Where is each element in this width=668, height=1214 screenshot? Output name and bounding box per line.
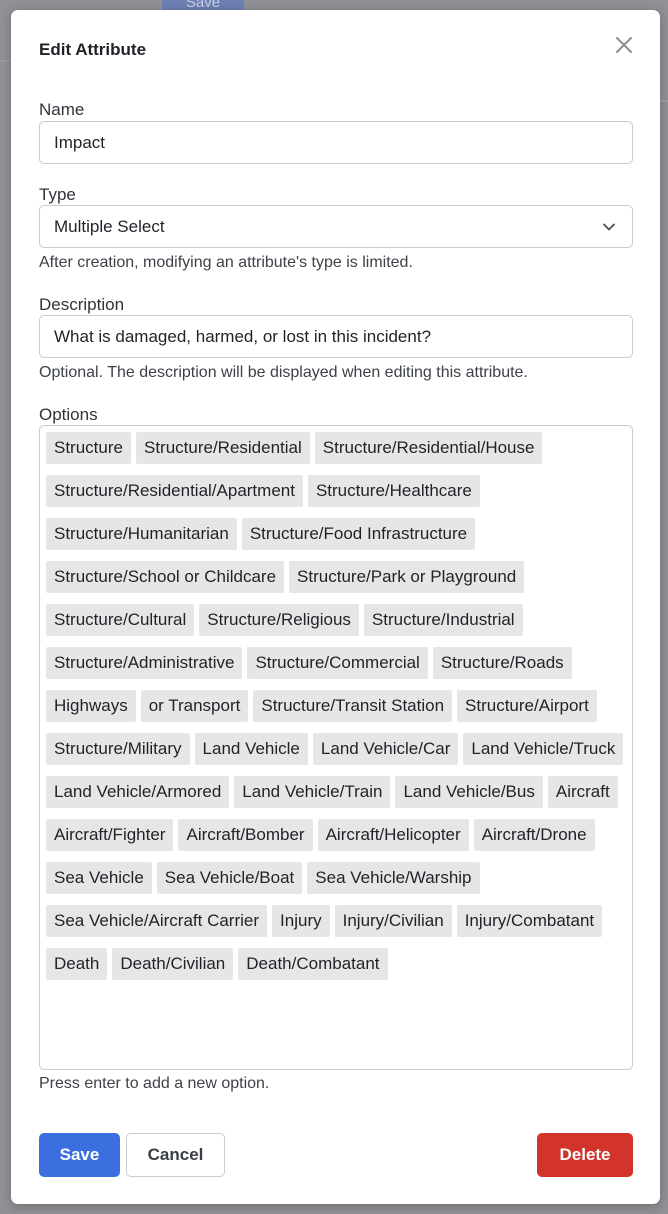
option-tag[interactable]: Death (46, 948, 108, 980)
option-tag[interactable]: Land Vehicle/Car (312, 733, 459, 765)
option-tag[interactable]: Aircraft/Helicopter (317, 819, 469, 851)
option-tag[interactable]: Sea Vehicle/Aircraft Carrier (46, 905, 268, 937)
options-label: Options (39, 405, 98, 424)
option-tag[interactable]: Land Vehicle/Truck (463, 733, 624, 765)
option-tag[interactable]: Structure/Commercial (247, 647, 428, 679)
options-tag-input[interactable]: Structure Structure/Residential Structure/… (39, 425, 633, 1070)
option-tag[interactable]: or Transport (140, 690, 249, 722)
option-tag[interactable]: Injury/Civilian (334, 905, 452, 937)
option-tag[interactable]: Sea Vehicle/Warship (307, 862, 480, 894)
options-help-text: Press enter to add a new option. (39, 1075, 270, 1092)
background-divider (0, 60, 11, 62)
type-select[interactable]: Multiple Select (39, 205, 633, 248)
name-input[interactable] (39, 121, 633, 164)
option-tag[interactable]: Structure/School or Childcare (46, 561, 285, 593)
cancel-button[interactable]: Cancel (126, 1133, 225, 1177)
option-tag[interactable]: Aircraft/Drone (473, 819, 595, 851)
type-help-text: After creation, modifying an attribute's… (39, 254, 413, 271)
option-tag[interactable]: Highways (46, 690, 136, 722)
option-tag[interactable]: Structure/Airport (457, 690, 597, 722)
option-tag[interactable]: Structure/Industrial (363, 604, 523, 636)
type-selected-value: Multiple Select (54, 217, 165, 236)
option-tag[interactable]: Structure/Healthcare (307, 475, 480, 507)
option-tag[interactable]: Death/Combatant (238, 948, 388, 980)
option-tag[interactable]: Structure/Transit Station (253, 690, 453, 722)
option-tag[interactable]: Land Vehicle (194, 733, 308, 765)
delete-button[interactable]: Delete (537, 1133, 633, 1177)
type-label: Type (39, 185, 76, 204)
option-tag[interactable]: Structure (46, 432, 131, 464)
option-tag[interactable]: Structure/Park or Playground (289, 561, 525, 593)
option-tag[interactable]: Aircraft (547, 776, 618, 808)
option-tag[interactable]: Injury (272, 905, 330, 937)
option-tag[interactable]: Death/Civilian (112, 948, 234, 980)
option-tag[interactable]: Structure/Roads (432, 647, 572, 679)
option-tag[interactable]: Aircraft/Bomber (178, 819, 313, 851)
option-tag[interactable]: Land Vehicle/Armored (46, 776, 230, 808)
option-tag[interactable]: Structure/Cultural (46, 604, 195, 636)
edit-attribute-dialog: Edit Attribute Name Type Multiple Select… (11, 10, 660, 1204)
close-icon[interactable] (613, 34, 635, 56)
option-tag[interactable]: Injury/Combatant (456, 905, 603, 937)
option-tag[interactable]: Structure/Residential (135, 432, 310, 464)
description-help-text: Optional. The description will be displa… (39, 364, 528, 381)
background-divider (660, 100, 668, 102)
save-button[interactable]: Save (39, 1133, 120, 1177)
option-tag[interactable]: Structure/Residential/Apartment (46, 475, 303, 507)
option-tag[interactable]: Structure/Food Infrastructure (241, 518, 476, 550)
option-tag[interactable]: Aircraft/Fighter (46, 819, 174, 851)
option-tag[interactable]: Structure/Administrative (46, 647, 243, 679)
option-tag[interactable]: Sea Vehicle/Boat (156, 862, 303, 894)
option-tag[interactable]: Land Vehicle/Train (234, 776, 391, 808)
description-input[interactable] (39, 315, 633, 358)
chevron-down-icon (602, 220, 616, 234)
option-tag[interactable]: Structure/Residential/House (314, 432, 543, 464)
name-label: Name (39, 100, 85, 119)
option-tag[interactable]: Structure/Humanitarian (46, 518, 237, 550)
option-tag[interactable]: Sea Vehicle (46, 862, 152, 894)
option-tag[interactable]: Land Vehicle/Bus (395, 776, 543, 808)
option-tag[interactable]: Structure/Military (46, 733, 190, 765)
dialog-title: Edit Attribute (39, 40, 147, 59)
description-label: Description (39, 295, 125, 314)
option-tag[interactable]: Structure/Religious (199, 604, 359, 636)
